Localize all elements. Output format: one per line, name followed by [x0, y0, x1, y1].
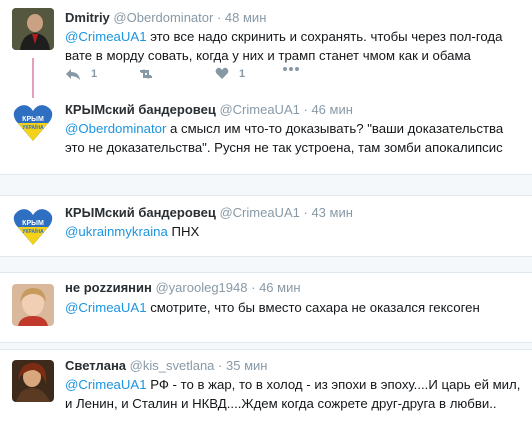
more-button[interactable]: [283, 67, 299, 71]
more-icon: [283, 67, 299, 71]
tweet-text: @CrimeaUA1 РФ - то в жар, то в холод - и…: [65, 375, 522, 413]
separator: ·: [251, 280, 256, 295]
reply-icon: [66, 69, 80, 80]
thread-connector-line: [32, 58, 34, 98]
tweet-header: КРЫМский бандеровец @CrimeaUA1 · 46 мин: [65, 102, 353, 117]
separator: ·: [218, 358, 223, 373]
painting-portrait-icon: [12, 360, 54, 402]
user-handle[interactable]: @Oberdominator: [113, 10, 213, 25]
user-name[interactable]: Dmitriy: [65, 10, 110, 25]
tweet-card: не роzzиянин @yarooleg1948 · 46 мин @Cri…: [0, 272, 532, 343]
tweet-time[interactable]: 43 мин: [311, 205, 352, 220]
person-photo-icon: [12, 8, 54, 50]
like-count: 1: [239, 67, 246, 80]
like-icon: [215, 67, 229, 79]
like-button[interactable]: 1: [215, 67, 245, 80]
conversation-card: Dmitriy @Oberdominator · 48 мин @CrimeaU…: [0, 0, 532, 175]
avatar[interactable]: КРЫМ УКРАЇНА: [12, 205, 54, 247]
avatar[interactable]: [12, 8, 54, 50]
tweet-header: Dmitriy @Oberdominator · 48 мин: [65, 10, 266, 25]
tweet-time[interactable]: 46 мин: [311, 102, 352, 117]
avatar[interactable]: [12, 284, 54, 326]
tweet-body: ПНХ: [167, 224, 200, 239]
tweet-header: КРЫМский бандеровец @CrimeaUA1 · 43 мин: [65, 205, 353, 220]
retweet-icon: [140, 69, 152, 79]
tweet-time[interactable]: 48 мин: [225, 10, 266, 25]
tweet-header: Светлана @kis_svetlana · 35 мин: [65, 358, 267, 373]
logo-bottom-text: УКРАЇНА: [22, 228, 44, 235]
person-photo-icon: [12, 284, 54, 326]
mention-link[interactable]: @ukrainmykraina: [65, 224, 168, 239]
mention-link[interactable]: @CrimeaUA1: [65, 29, 147, 44]
tweet-header: не роzzиянин @yarooleg1948 · 46 мин: [65, 280, 301, 295]
user-name[interactable]: Светлана: [65, 358, 126, 373]
tweet-time[interactable]: 35 мин: [226, 358, 267, 373]
separator: ·: [303, 102, 308, 117]
user-handle[interactable]: @kis_svetlana: [130, 358, 215, 373]
avatar[interactable]: [12, 360, 54, 402]
tweet-body: смотрите, что бы вместо сахара не оказал…: [146, 300, 480, 315]
crimea-heart-logo-icon: КРЫМ УКРАЇНА: [13, 105, 53, 141]
tweet-actions: 1 1: [65, 67, 305, 83]
user-name[interactable]: КРЫМский бандеровец: [65, 102, 216, 117]
user-handle[interactable]: @CrimeaUA1: [219, 205, 299, 220]
tweet-card: КРЫМ УКРАЇНА КРЫМский бандеровец @Crimea…: [0, 195, 532, 257]
logo-bottom-text: УКРАЇНА: [22, 124, 44, 131]
user-name[interactable]: не роzzиянин: [65, 280, 152, 295]
tweet-text: @CrimeaUA1 это все надо скринить и сохра…: [65, 27, 522, 65]
user-handle[interactable]: @yarooleg1948: [155, 280, 247, 295]
separator: ·: [216, 10, 222, 25]
avatar[interactable]: КРЫМ УКРАЇНА: [12, 101, 54, 143]
reply-button[interactable]: 1: [65, 67, 97, 81]
mention-link[interactable]: @CrimeaUA1: [65, 300, 147, 315]
retweet-button[interactable]: [137, 67, 155, 81]
user-name[interactable]: КРЫМский бандеровец: [65, 205, 216, 220]
crimea-heart-logo-icon: КРЫМ УКРАЇНА: [13, 209, 53, 245]
tweet-time[interactable]: 46 мин: [259, 280, 300, 295]
tweet-text: @ukrainmykraina ПНХ: [65, 222, 522, 241]
logo-top-text: КРЫМ: [22, 116, 44, 123]
reply-count: 1: [91, 68, 98, 80]
tweet-card: Светлана @kis_svetlana · 35 мин @CrimeaU…: [0, 349, 532, 445]
tweet-text: @CrimeaUA1 смотрите, что бы вместо сахар…: [65, 298, 522, 317]
separator: ·: [303, 205, 308, 220]
user-handle[interactable]: @CrimeaUA1: [219, 102, 299, 117]
logo-top-text: КРЫМ: [22, 220, 44, 227]
mention-link[interactable]: @CrimeaUA1: [65, 377, 147, 392]
mention-link[interactable]: @Oberdominator: [65, 121, 166, 136]
tweet-text: @Oberdominator а смысл им что-то доказыв…: [65, 119, 522, 157]
